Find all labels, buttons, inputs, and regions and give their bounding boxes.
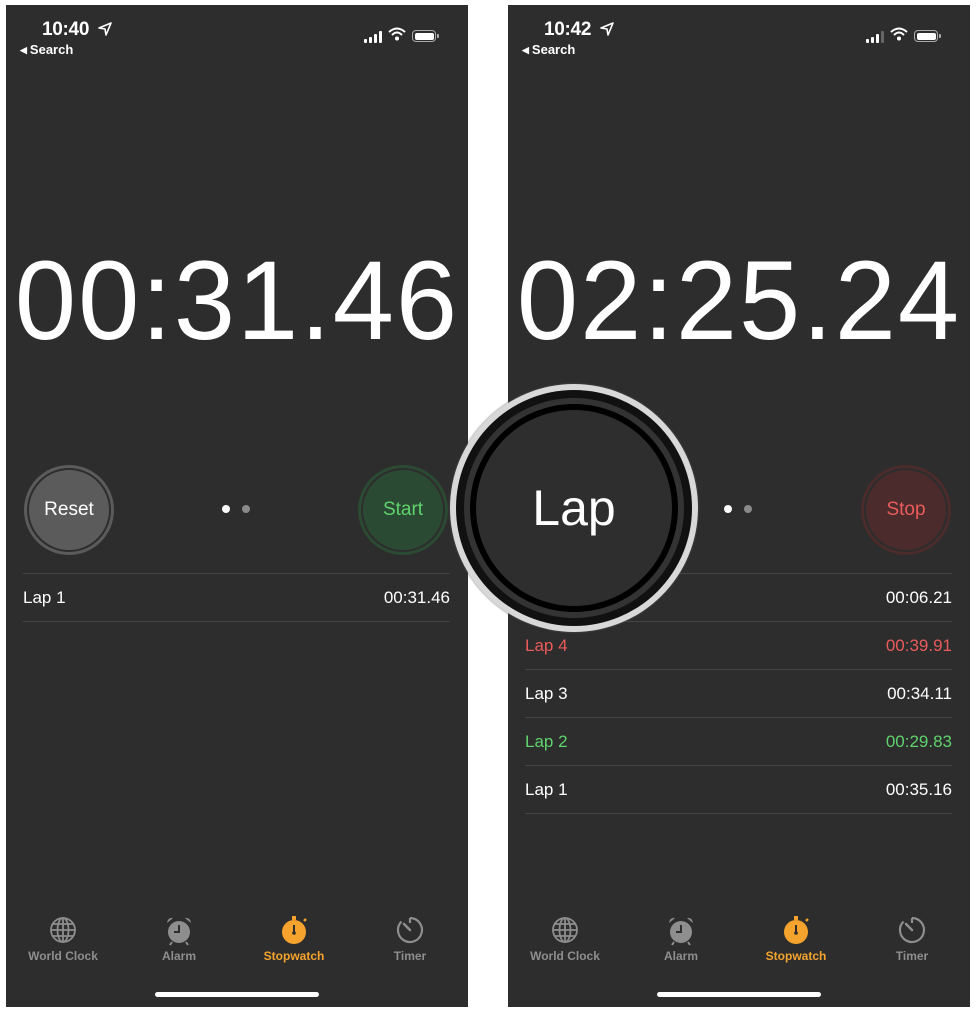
lap-time: 00:35.16: [885, 779, 952, 799]
stopwatch-screen-left: 10:40 ◀ Search 00:31.46 Reset Start Lap 1…: [6, 5, 468, 1007]
page-indicator[interactable]: [222, 505, 250, 513]
lap-time: 00:34.11: [887, 683, 952, 703]
battery-icon: [914, 30, 941, 42]
back-label: Search: [29, 42, 74, 57]
tab-alarm[interactable]: Alarm: [129, 910, 229, 963]
clock-text: 10:42: [544, 19, 592, 40]
tab-label: Timer: [393, 949, 427, 963]
lap-button[interactable]: Lap: [476, 410, 672, 606]
tab-timer[interactable]: Timer: [360, 910, 460, 963]
stopwatch-icon: [780, 914, 812, 946]
back-to-search-link[interactable]: ◀ Search: [20, 42, 73, 57]
wifi-icon: [388, 27, 406, 46]
alarm-clock-icon: [163, 914, 195, 946]
timer-icon: [896, 914, 928, 946]
lap-label: Lap: [532, 480, 616, 536]
clock-text: 10:40: [42, 19, 90, 40]
reset-label: Reset: [44, 499, 94, 520]
tab-bar: World Clock Alarm Stopwatch Timer: [6, 910, 468, 970]
tab-world-clock[interactable]: World Clock: [515, 910, 615, 963]
lap-time: 00:31.46: [383, 587, 450, 607]
lap-label: Lap 1: [23, 587, 66, 607]
back-triangle-icon: ◀: [522, 45, 529, 55]
page-dot-2[interactable]: [744, 505, 752, 513]
wifi-icon: [890, 27, 908, 46]
home-indicator[interactable]: [155, 992, 319, 997]
status-bar-time: 10:42: [544, 19, 614, 42]
tab-label: World Clock: [28, 949, 98, 963]
globe-icon: [47, 914, 79, 946]
globe-icon: [549, 914, 581, 946]
back-to-search-link[interactable]: ◀ Search: [522, 42, 575, 57]
elapsed-time-display: 02:25.24: [516, 237, 962, 364]
status-bar-time: 10:40: [42, 19, 112, 42]
tab-label: Alarm: [663, 949, 698, 963]
lap-row: Lap 3 00:34.11: [525, 670, 952, 718]
cellular-signal-icon: [364, 30, 382, 43]
cellular-signal-icon: [866, 30, 884, 43]
alarm-clock-icon: [665, 914, 697, 946]
tab-timer[interactable]: Timer: [862, 910, 962, 963]
tab-world-clock[interactable]: World Clock: [13, 910, 113, 963]
lap-row-fastest: Lap 2 00:29.83: [525, 718, 952, 766]
page-dot-1[interactable]: [724, 505, 732, 513]
lap-button-magnifier-callout: Lap: [450, 384, 698, 632]
page-dot-1[interactable]: [222, 505, 230, 513]
reset-button[interactable]: Reset: [24, 465, 114, 555]
tab-stopwatch[interactable]: Stopwatch: [746, 910, 846, 963]
stop-label: Stop: [886, 499, 926, 520]
tab-label: Alarm: [161, 949, 196, 963]
lap-row: Lap 1 00:35.16: [525, 766, 952, 814]
status-indicators: [364, 27, 439, 46]
stopwatch-icon: [278, 914, 310, 946]
back-triangle-icon: ◀: [20, 45, 27, 55]
lap-row: Lap 1 00:31.46: [23, 574, 450, 622]
page-indicator[interactable]: [724, 505, 752, 513]
tab-label: World Clock: [530, 949, 600, 963]
stop-button[interactable]: Stop: [861, 465, 951, 555]
lap-time: 00:06.21: [885, 587, 952, 607]
lap-time: 00:29.83: [885, 731, 952, 751]
location-arrow-icon: [98, 20, 112, 42]
home-indicator[interactable]: [657, 992, 821, 997]
tab-label: Stopwatch: [263, 949, 325, 963]
start-button[interactable]: Start: [358, 465, 448, 555]
tab-label: Timer: [895, 949, 929, 963]
lap-label: Lap 2: [525, 731, 568, 751]
page-dot-2[interactable]: [242, 505, 250, 513]
battery-icon: [412, 30, 439, 42]
tab-alarm[interactable]: Alarm: [631, 910, 731, 963]
lap-list: Lap 1 00:31.46: [23, 573, 450, 622]
elapsed-time-display: 00:31.46: [14, 237, 460, 364]
tab-label: Stopwatch: [765, 949, 827, 963]
tab-stopwatch[interactable]: Stopwatch: [244, 910, 344, 963]
timer-icon: [394, 914, 426, 946]
start-label: Start: [382, 499, 424, 520]
lap-time: 00:39.91: [885, 635, 952, 655]
lap-label: Lap 3: [525, 683, 568, 703]
status-indicators: [866, 27, 941, 46]
location-arrow-icon: [600, 20, 614, 42]
lap-label: Lap 1: [525, 779, 568, 799]
lap-label: Lap 4: [525, 635, 568, 655]
back-label: Search: [531, 42, 576, 57]
tab-bar: World Clock Alarm Stopwatch Timer: [508, 910, 970, 970]
